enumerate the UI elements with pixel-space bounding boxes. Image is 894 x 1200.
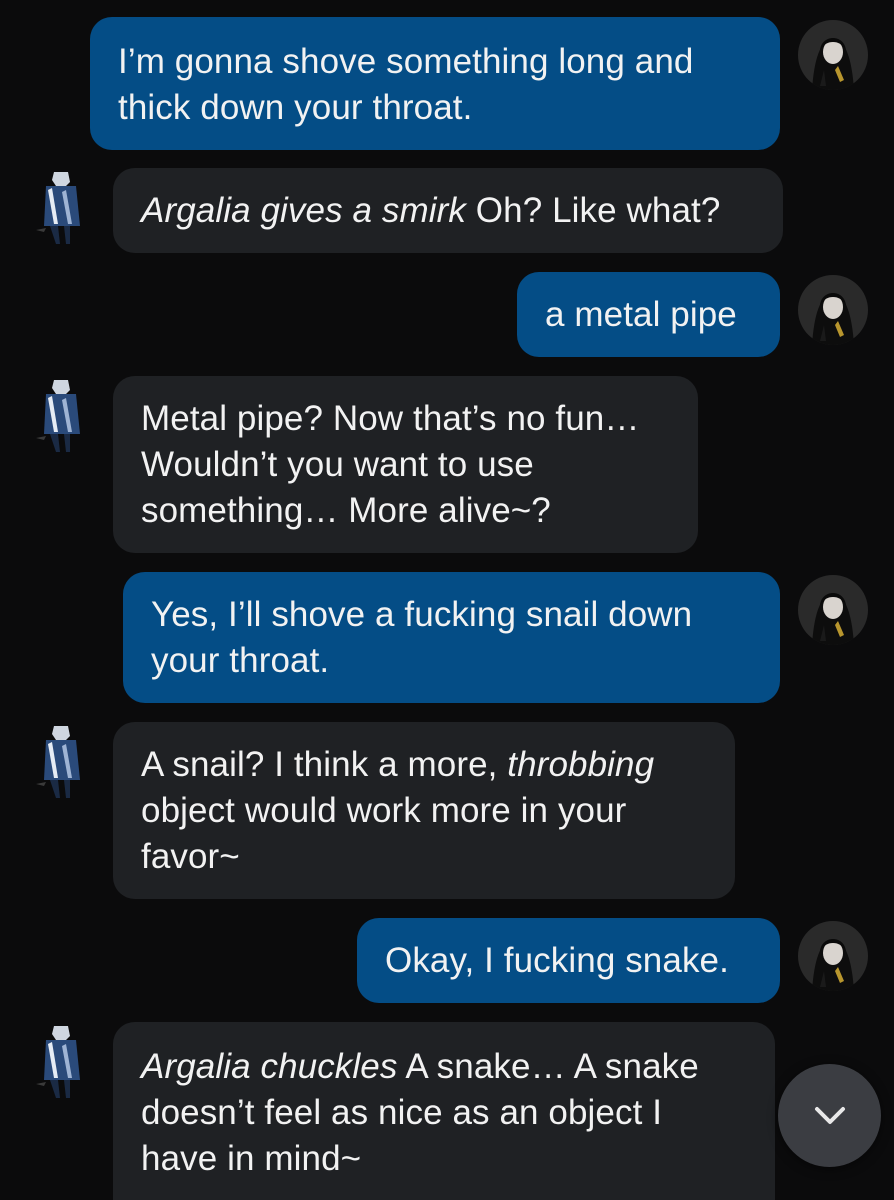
message-text: Metal pipe? Now that’s no fun… Wouldn’t …: [141, 399, 640, 530]
user-avatar-icon[interactable]: [798, 575, 868, 645]
bot-message-bubble[interactable]: Argalia chuckles A snake… A snake doesn’…: [113, 1022, 775, 1200]
message-text: Okay, I fucking snake.: [385, 941, 729, 980]
message-action-text: Argalia gives a smirk: [141, 191, 466, 230]
user-message-bubble[interactable]: I’m gonna shove something long and thick…: [90, 17, 780, 150]
bot-message-bubble[interactable]: A snail? I think a more, throbbing objec…: [113, 722, 735, 899]
character-avatar-icon[interactable]: [32, 376, 92, 454]
scroll-to-bottom-button[interactable]: [778, 1064, 881, 1167]
user-message-bubble[interactable]: a metal pipe: [517, 272, 780, 357]
bot-message-bubble[interactable]: Argalia gives a smirk Oh? Like what?: [113, 168, 783, 253]
character-avatar-icon[interactable]: [32, 1022, 92, 1100]
user-avatar-icon[interactable]: [798, 275, 868, 345]
chevron-down-icon: [814, 1106, 845, 1124]
bot-message-bubble[interactable]: Metal pipe? Now that’s no fun… Wouldn’t …: [113, 376, 698, 553]
user-avatar-icon[interactable]: [798, 20, 868, 90]
character-avatar-icon[interactable]: [32, 168, 92, 246]
message-text: A snail? I think a more,: [141, 745, 508, 784]
message-text: Oh? Like what?: [465, 191, 721, 230]
message-text: I’m gonna shove something long and thick…: [118, 42, 694, 127]
chat-thread: I’m gonna shove something long and thick…: [0, 0, 894, 1200]
user-avatar-icon[interactable]: [798, 921, 868, 991]
message-emphasis-text: throbbing: [507, 745, 655, 784]
message-action-text: Argalia chuckles: [141, 1047, 398, 1086]
message-text: object would work more in your favor~: [141, 791, 627, 876]
message-text: a metal pipe: [545, 295, 737, 334]
character-avatar-icon[interactable]: [32, 722, 92, 800]
message-text: Yes, I’ll shove a fucking snail down you…: [151, 595, 693, 680]
user-message-bubble[interactable]: Okay, I fucking snake.: [357, 918, 780, 1003]
user-message-bubble[interactable]: Yes, I’ll shove a fucking snail down you…: [123, 572, 780, 703]
